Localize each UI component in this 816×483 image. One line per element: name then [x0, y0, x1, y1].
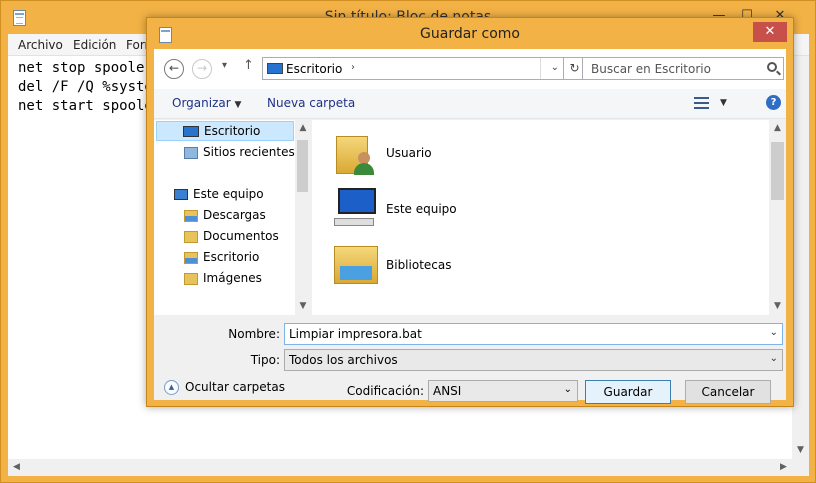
file-list-scrollbar[interactable]: ▲ ▼	[769, 120, 786, 315]
save-button[interactable]: Guardar	[585, 380, 671, 404]
search-input[interactable]: Buscar en Escritorio	[582, 57, 784, 80]
file-name-label: Nombre:	[228, 327, 280, 341]
cancel-button[interactable]: Cancelar	[685, 380, 771, 404]
scroll-left-icon[interactable]: ◀	[8, 459, 25, 476]
nav-item-sitios-recientes[interactable]: Sitios recientes	[184, 145, 295, 159]
file-item-usuario[interactable]: Usuario	[332, 128, 632, 178]
desktop-icon	[267, 63, 283, 74]
nav-item-label: Documentos	[203, 229, 279, 243]
nav-item-label: Escritorio	[204, 124, 261, 138]
back-button[interactable]: ←	[164, 59, 184, 79]
chevron-down-icon[interactable]: ⌄	[564, 384, 572, 395]
organize-button[interactable]: Organizar ▼	[172, 96, 241, 110]
chevron-down-icon[interactable]: ⌄	[770, 353, 778, 364]
dialog-title-bar[interactable]: Guardar como ✕	[147, 18, 793, 49]
notepad-vertical-scrollbar[interactable]: ▼	[792, 56, 809, 459]
chevron-up-icon: ▲	[164, 380, 179, 395]
resize-grip[interactable]	[792, 459, 809, 476]
help-icon[interactable]: ?	[766, 95, 781, 110]
dialog-title: Guardar como	[420, 26, 520, 42]
nav-item-label: Este equipo	[193, 187, 264, 201]
chevron-down-icon[interactable]: ⌄	[551, 62, 559, 73]
desktop-folder-icon	[184, 251, 198, 264]
new-folder-button[interactable]: Nueva carpeta	[267, 96, 355, 110]
save-as-dialog: Guardar como ✕ ← → ▾ ↑ Escritorio › ⌄ ↻ …	[146, 17, 794, 407]
nav-item-escritorio-folder[interactable]: Escritorio	[184, 250, 259, 264]
chevron-right-icon[interactable]: ›	[351, 62, 355, 73]
hide-folders-button[interactable]: ▲ Ocultar carpetas	[164, 380, 285, 395]
file-name-input[interactable]: Limpiar impresora.bat ⌄	[284, 323, 783, 345]
file-item-este-equipo[interactable]: Este equipo	[332, 184, 632, 234]
nav-item-imagenes[interactable]: Imágenes	[184, 271, 262, 285]
address-separator	[540, 58, 541, 79]
file-list: Usuario Este equipo Bibliotecas ▲ ▼	[312, 120, 786, 315]
encoding-value: ANSI	[433, 384, 462, 398]
dialog-close-button[interactable]: ✕	[753, 22, 787, 42]
view-options-icon[interactable]	[694, 97, 709, 110]
file-type-select[interactable]: Todos los archivos ⌄	[284, 349, 783, 371]
nav-item-label: Descargas	[203, 208, 266, 222]
recent-locations-icon[interactable]: ▾	[222, 60, 227, 71]
encoding-select[interactable]: ANSI ⌄	[428, 380, 578, 402]
scroll-down-icon[interactable]: ▼	[792, 442, 809, 459]
scrollbar-thumb[interactable]	[297, 140, 308, 192]
scroll-up-icon[interactable]: ▲	[295, 120, 311, 137]
nav-item-label: Imágenes	[203, 271, 262, 285]
text-line: net stop spooler	[18, 60, 153, 76]
recent-places-icon	[184, 146, 198, 159]
chevron-down-icon: ▼	[234, 100, 242, 110]
desktop-icon	[183, 126, 199, 137]
organize-label: Organizar	[172, 96, 231, 110]
file-type-label: Tipo:	[250, 353, 280, 367]
computer-icon	[174, 189, 188, 200]
scroll-down-icon[interactable]: ▼	[295, 298, 311, 315]
downloads-folder-icon	[184, 209, 198, 222]
nav-item-este-equipo[interactable]: Este equipo	[174, 187, 264, 201]
encoding-label: Codificación:	[346, 384, 424, 398]
notepad-horizontal-scrollbar[interactable]: ◀ ▶	[8, 459, 792, 476]
address-current[interactable]: Escritorio	[286, 62, 342, 76]
view-dropdown-icon[interactable]: ▼	[720, 98, 727, 108]
menu-edicion[interactable]: Edición	[73, 38, 116, 52]
navigation-bar: ← → ▾ ↑ Escritorio › ⌄ ↻ Buscar en Escri…	[154, 49, 786, 89]
navigation-pane-scrollbar[interactable]: ▲ ▼	[295, 120, 311, 315]
hide-folders-label: Ocultar carpetas	[185, 380, 285, 394]
nav-item-escritorio[interactable]: Escritorio	[156, 121, 294, 141]
chevron-down-icon[interactable]: ⌄	[770, 327, 778, 338]
text-line: net start spooler	[18, 98, 162, 114]
scroll-up-icon[interactable]: ▲	[769, 120, 786, 137]
menu-archivo[interactable]: Archivo	[18, 38, 63, 52]
scroll-down-icon[interactable]: ▼	[769, 298, 786, 315]
file-type-value: Todos los archivos	[289, 353, 398, 367]
documents-folder-icon	[184, 230, 198, 243]
nav-item-label: Escritorio	[203, 250, 260, 264]
nav-item-documentos[interactable]: Documentos	[184, 229, 279, 243]
file-item-bibliotecas[interactable]: Bibliotecas	[332, 240, 632, 290]
pictures-folder-icon	[184, 272, 198, 285]
search-icon[interactable]	[767, 62, 777, 72]
navigation-pane: Escritorio Sitios recientes Este equipo …	[154, 120, 311, 315]
file-name-value: Limpiar impresora.bat	[289, 327, 422, 341]
address-bar[interactable]: Escritorio › ⌄	[262, 57, 564, 80]
nav-item-label: Sitios recientes	[203, 145, 295, 159]
file-item-label: Este equipo	[386, 202, 457, 216]
computer-icon	[334, 188, 378, 230]
dialog-body: ← → ▾ ↑ Escritorio › ⌄ ↻ Buscar en Escri…	[154, 49, 786, 404]
file-item-label: Usuario	[386, 146, 432, 160]
file-item-label: Bibliotecas	[386, 258, 452, 272]
up-button[interactable]: ↑	[243, 58, 254, 73]
forward-button[interactable]: →	[192, 59, 212, 79]
libraries-icon	[334, 242, 378, 288]
search-placeholder: Buscar en Escritorio	[591, 62, 711, 76]
scrollbar-thumb[interactable]	[771, 142, 784, 200]
dialog-toolbar: Organizar ▼ Nueva carpeta ▼ ?	[154, 89, 786, 119]
user-folder-icon	[336, 130, 378, 176]
scroll-right-icon[interactable]: ▶	[775, 459, 792, 476]
nav-item-descargas[interactable]: Descargas	[184, 208, 266, 222]
